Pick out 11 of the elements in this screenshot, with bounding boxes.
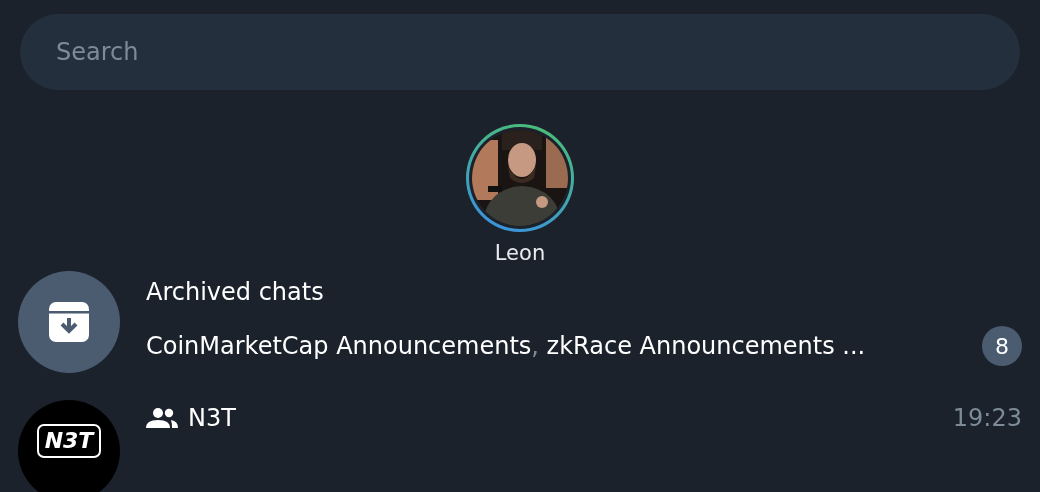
chat-preview: CoinMarketCap Announcements, zkRace Announcements ...: [146, 332, 866, 360]
unread-count: 8: [982, 326, 1022, 366]
chat-avatar[interactable]: N3T: [18, 400, 120, 492]
chat-name: N3T: [188, 404, 236, 432]
logo-text: N3T: [36, 424, 102, 458]
chat-title: Archived chats: [146, 278, 325, 306]
archive-icon: [46, 299, 92, 345]
search-field[interactable]: Search: [20, 14, 1020, 90]
group-icon: [146, 408, 178, 428]
chat-time: 19:23: [952, 404, 1022, 432]
story-name: Leon: [494, 241, 546, 265]
